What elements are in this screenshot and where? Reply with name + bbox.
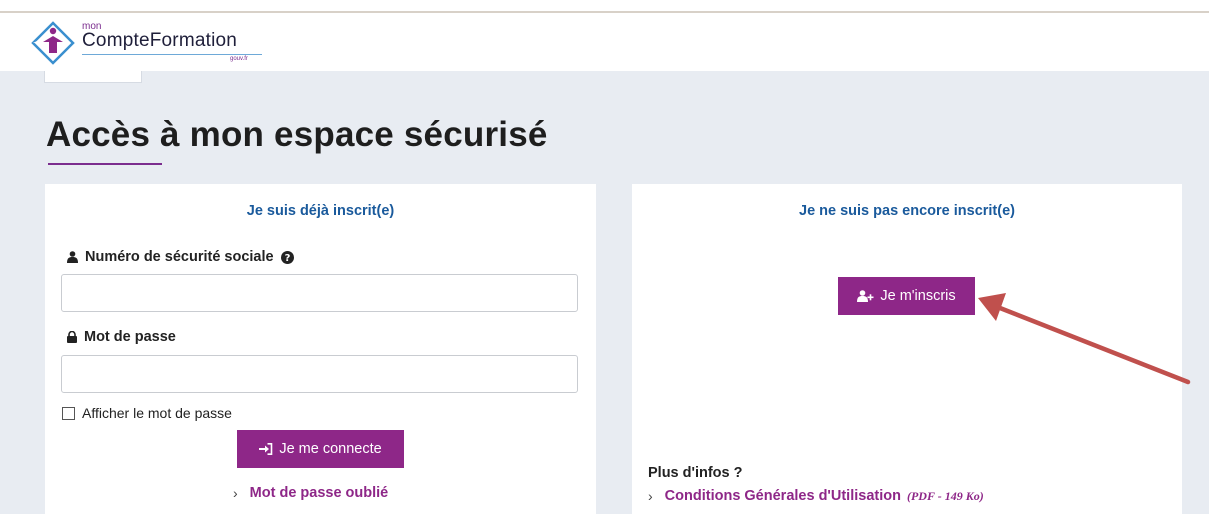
logo-icon: [31, 21, 75, 65]
register-panel: Je ne suis pas encore inscrit(e) Je m'in…: [632, 184, 1182, 514]
forgot-password-link[interactable]: Mot de passe oublié: [250, 485, 389, 501]
forgot-password-row[interactable]: › Mot de passe oublié: [233, 485, 388, 501]
logo-gouv-text: gouv.fr: [230, 56, 248, 62]
site-header: mon CompteFormation gouv.fr: [0, 13, 1209, 71]
logo-main-text: CompteFormation: [82, 30, 238, 51]
page-title: Accès à mon espace sécurisé: [46, 115, 548, 154]
password-label-text: Mot de passe: [84, 329, 176, 345]
question-circle-icon[interactable]: ?: [280, 250, 294, 264]
chevron-right-icon: ›: [648, 488, 653, 504]
signup-button[interactable]: Je m'inscris: [838, 277, 975, 315]
logo-text: mon CompteFormation gouv.fr: [82, 21, 262, 65]
title-underline: [48, 163, 162, 165]
show-password-label: Afficher le mot de passe: [82, 405, 232, 421]
show-password-row[interactable]: Afficher le mot de passe: [62, 405, 232, 421]
show-password-checkbox[interactable]: [62, 406, 75, 420]
chevron-right-icon: ›: [233, 485, 238, 501]
logo[interactable]: mon CompteFormation gouv.fr: [30, 17, 262, 69]
user-plus-icon: [857, 290, 874, 302]
password-input[interactable]: [61, 355, 578, 393]
password-label: Mot de passe: [67, 329, 176, 345]
logo-underline: [82, 54, 262, 55]
connect-button[interactable]: Je me connecte: [237, 430, 404, 468]
register-heading: Je ne suis pas encore inscrit(e): [799, 203, 1015, 219]
browser-top-strip: [0, 0, 1209, 13]
ssn-input[interactable]: [61, 274, 578, 312]
connect-button-label: Je me connecte: [279, 441, 382, 457]
more-info-title: Plus d'infos ?: [648, 465, 743, 481]
cgu-link[interactable]: Conditions Générales d'Utilisation: [665, 488, 901, 504]
login-panel: Je suis déjà inscrit(e) Numéro de sécuri…: [45, 184, 596, 514]
ssn-label-text: Numéro de sécurité sociale: [85, 249, 274, 265]
login-heading: Je suis déjà inscrit(e): [246, 203, 395, 219]
user-icon: [67, 251, 78, 263]
cgu-file-meta: (PDF - 149 Ko): [906, 488, 984, 503]
ssn-label: Numéro de sécurité sociale ?: [67, 249, 294, 265]
lock-icon: [67, 331, 77, 343]
header-tab[interactable]: [44, 71, 142, 83]
signup-button-label: Je m'inscris: [880, 288, 956, 304]
sign-in-icon: [259, 443, 273, 455]
cgu-row[interactable]: › Conditions Générales d'Utilisation (PD…: [648, 488, 984, 504]
svg-text:?: ?: [284, 253, 290, 264]
